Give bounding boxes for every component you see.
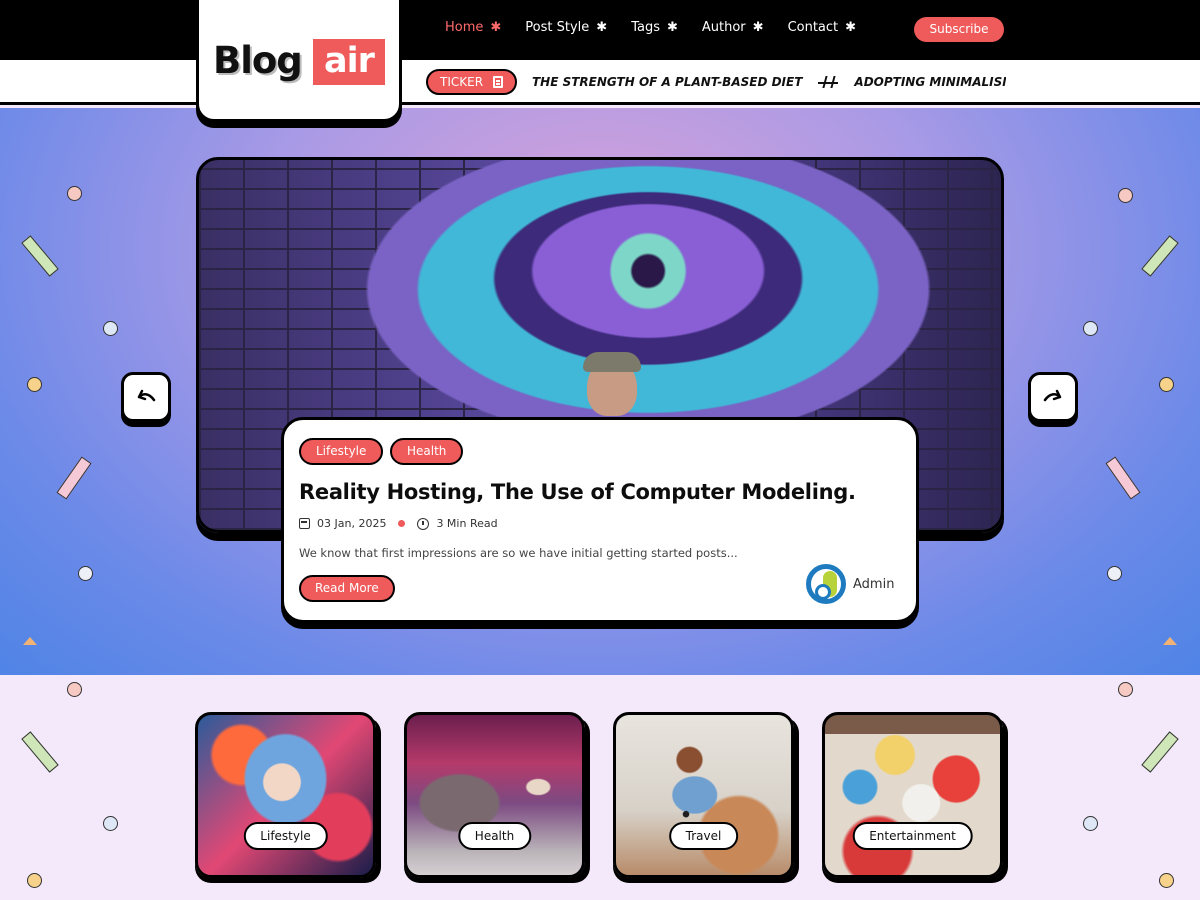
ticker-separator-icon [818,76,839,88]
category-card-entertainment[interactable]: Entertainment [822,712,1003,878]
nav-item-post-style[interactable]: Post Style ✱ [525,20,607,35]
clock-icon [417,517,430,530]
category-label: Health [457,822,532,850]
nav-label: Tags [631,20,660,35]
site-logo[interactable]: Blog air [196,0,402,122]
confetti-dot [1159,873,1174,888]
ticker-item[interactable]: ADOPTING MINIMALISM: S [854,75,1006,89]
nav-label: Author [701,20,746,35]
confetti-bar [1141,731,1179,773]
confetti-bar [1141,235,1179,277]
confetti-dot [1107,566,1122,581]
subscribe-button[interactable]: Subscribe [914,17,1004,42]
confetti-bar [21,235,59,277]
confetti-dot [103,816,118,831]
star-icon: ✱ [845,20,857,35]
ticker-track: THE STRENGTH OF A PLANT-BASED DIET ADOPTI… [532,73,1006,93]
read-more-button[interactable]: Read More [299,575,395,602]
ticker-label-text: TICKER [440,75,484,89]
nav-label: Contact [787,20,839,35]
post-author[interactable]: Admin [806,564,894,604]
nav-item-tags[interactable]: Tags ✱ [631,20,678,35]
confetti-bar [21,731,59,773]
category-card-lifestyle[interactable]: Lifestyle [195,712,376,878]
nav-item-author[interactable]: Author ✱ [702,20,764,35]
arrow-left-icon [137,389,156,402]
nav-item-home[interactable]: Home ✱ [445,20,501,35]
confetti-dot [1083,816,1098,831]
avatar [806,564,846,604]
confetti-triangle [23,637,37,645]
category-label: Lifestyle [243,822,328,850]
confetti-dot [27,873,42,888]
post-date: 03 Jan, 2025 [317,517,387,530]
star-icon: ✱ [490,20,502,35]
logo-text-blog: Blog [213,39,303,82]
confetti-dot [1083,321,1098,336]
post-meta: 03 Jan, 2025 3 Min Read [299,517,498,530]
ticker-label: TICKER [426,69,517,95]
confetti-bar [1105,456,1141,500]
confetti-dot [27,377,42,392]
featured-post-card: Lifestyle Health Reality Hosting, The Us… [281,417,919,623]
author-name: Admin [853,576,895,592]
meta-separator [398,520,406,527]
category-label: Entertainment [852,822,973,850]
ticker-item[interactable]: THE STRENGTH OF A PLANT-BASED DIET [532,75,802,89]
category-label: Travel [668,822,739,850]
nav-item-contact[interactable]: Contact ✱ [788,20,856,35]
main-nav: Home ✱ Post Style ✱ Tags ✱ Author ✱ Contact ✱ [445,20,880,35]
hero-person [583,352,641,416]
star-icon: ✱ [752,20,764,35]
category-card-travel[interactable]: Travel [613,712,794,878]
confetti-dot [67,186,82,201]
nav-label: Home [445,20,484,35]
tag-lifestyle[interactable]: Lifestyle [299,438,384,465]
confetti-dot [67,682,82,697]
slider-next-button[interactable] [1028,372,1078,422]
confetti-dot [1118,188,1133,203]
star-icon: ✱ [596,20,608,35]
star-icon: ✱ [666,20,678,35]
nav-label: Post Style [525,20,590,35]
post-excerpt: We know that first impressions are so we… [299,546,738,560]
logo-text-air: air [313,39,385,85]
tag-health[interactable]: Health [390,438,464,465]
confetti-dot [78,566,93,581]
category-card-health[interactable]: Health [404,712,585,878]
confetti-bar [56,456,92,500]
document-icon [493,76,503,88]
confetti-dot [1159,377,1174,392]
confetti-triangle [1163,637,1177,645]
arrow-right-icon [1043,389,1062,402]
confetti-dot [1118,682,1133,697]
calendar-icon [299,518,310,529]
confetti-dot [103,321,118,336]
slider-prev-button[interactable] [121,372,171,422]
post-title[interactable]: Reality Hosting, The Use of Computer Mod… [299,480,856,504]
read-time: 3 Min Read [436,517,498,530]
